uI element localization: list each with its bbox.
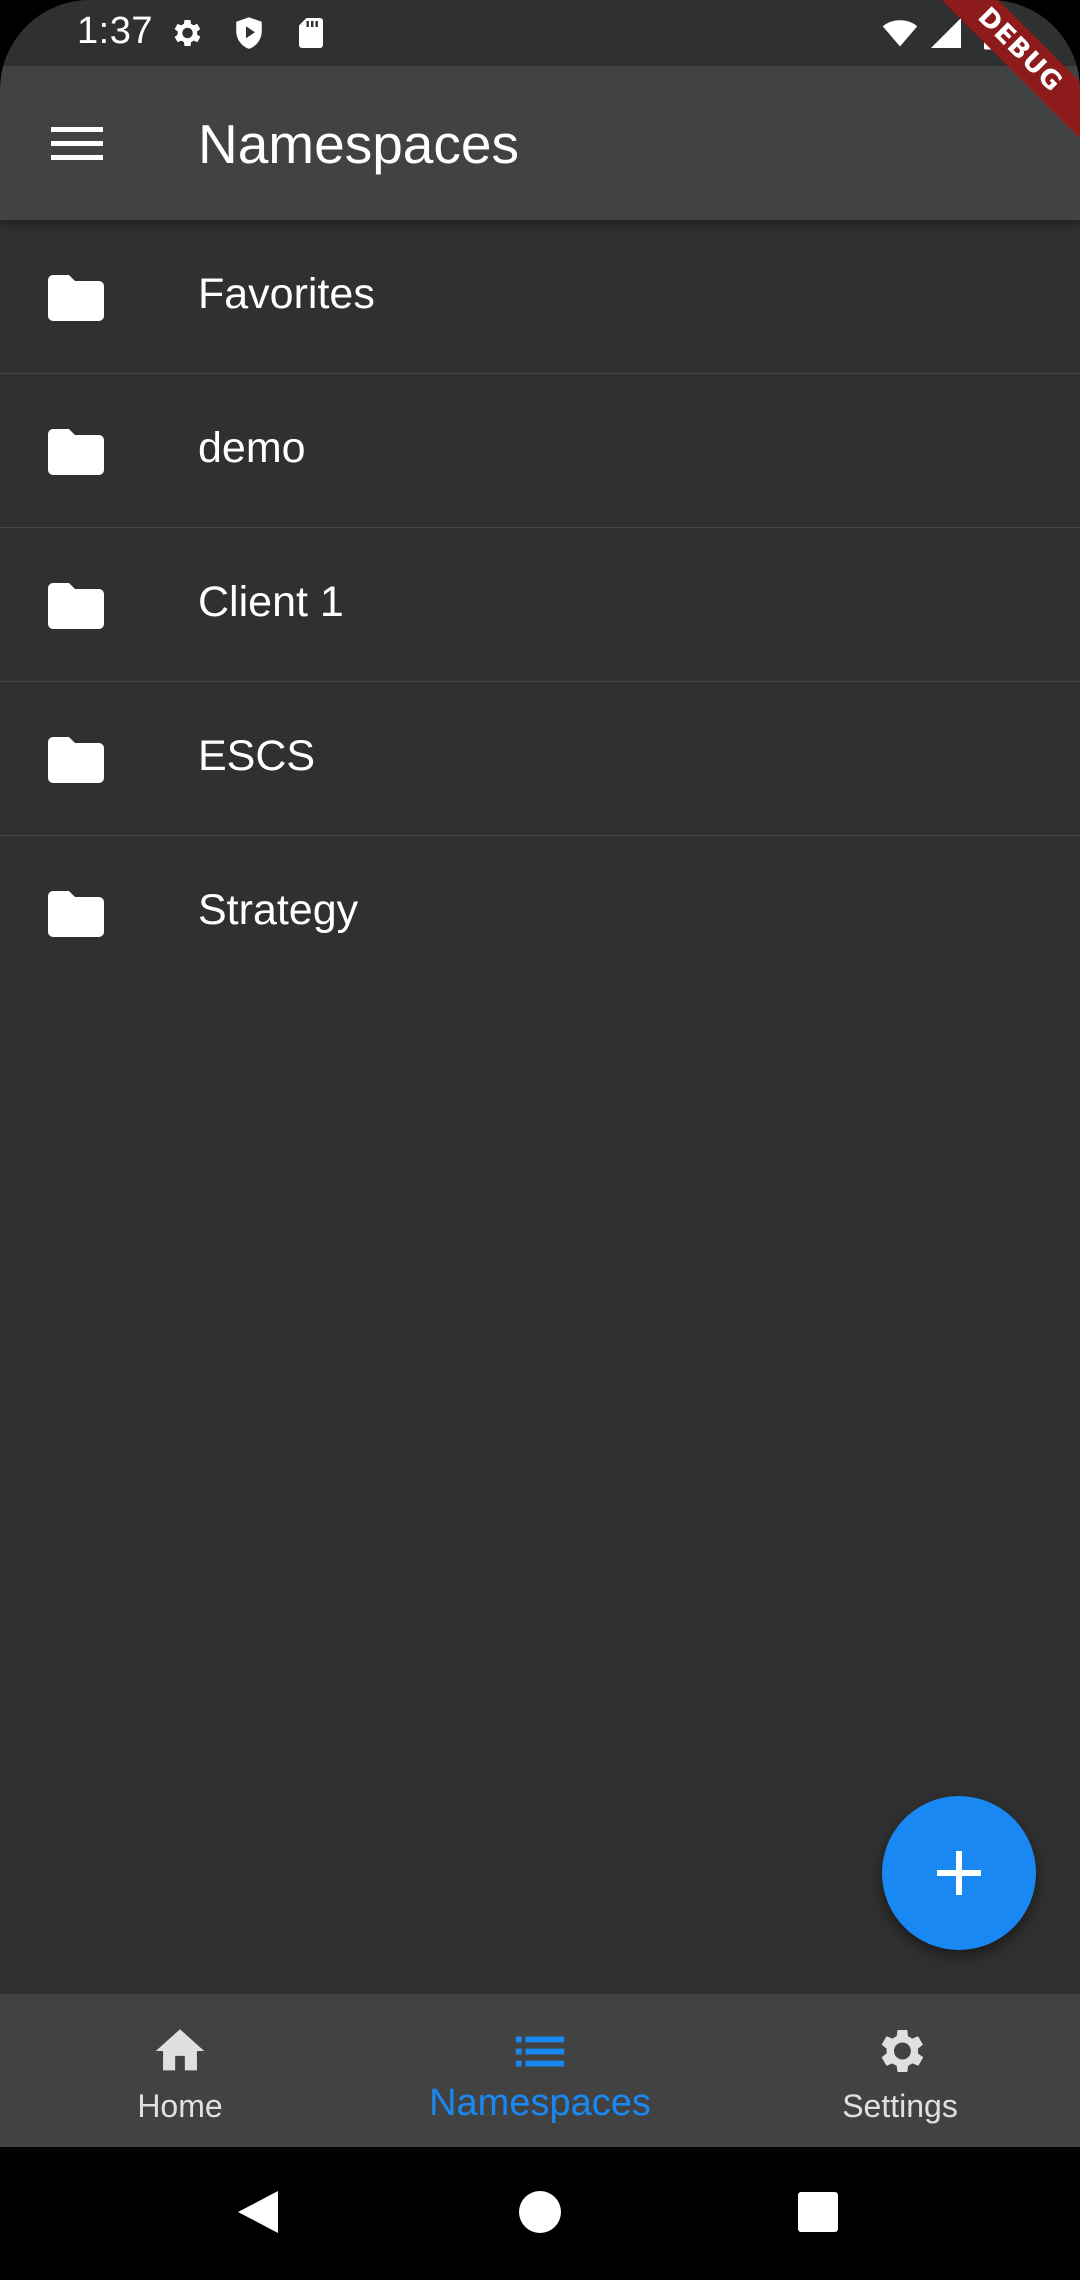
shield-play-icon [231,15,267,51]
system-navigation-bar [0,2147,1080,2280]
list-item-escs[interactable]: ESCS [0,682,1080,836]
folder-icon [48,429,104,475]
signal-icon [928,15,964,51]
wifi-icon [880,15,920,51]
list-item-demo[interactable]: demo [0,374,1080,528]
hamburger-menu-icon[interactable] [36,111,120,175]
list-item-label: Client 1 [198,578,344,626]
settings-icon [168,15,204,51]
list-item-client-1[interactable]: Client 1 [0,528,1080,682]
nav-item-label: Settings [842,2088,958,2124]
add-namespace-button[interactable] [882,1796,1036,1950]
folder-icon [48,891,104,937]
folder-icon [48,583,104,629]
list-item-favorites[interactable]: Favorites [0,220,1080,374]
nav-item-settings[interactable]: Settings [720,1994,1080,2147]
app-bar: Namespaces [0,66,1080,220]
list-icon [511,2022,569,2080]
phone-frame: 1:37 DEBUG Namespaces Favorites demo Cli… [0,0,1080,2280]
list-item-label: demo [198,424,306,472]
folder-icon [48,275,104,321]
list-item-label: Strategy [198,886,359,934]
page-title: Namespaces [198,113,519,175]
home-icon [151,2022,209,2080]
list-item-strategy[interactable]: Strategy [0,836,1080,989]
status-time: 1:37 [77,10,153,52]
list-item-label: ESCS [198,732,316,780]
status-bar: 1:37 [0,0,1080,66]
folder-icon [48,737,104,783]
sd-card-icon [293,15,329,51]
nav-item-label: Namespaces [429,2082,651,2124]
home-circle-icon[interactable] [505,2177,575,2247]
list-item-label: Favorites [198,270,375,318]
nav-item-namespaces[interactable]: Namespaces [360,1994,720,2147]
bottom-navigation: Home Namespaces Settings [0,1994,1080,2147]
plus-icon [937,1851,981,1895]
nav-item-home[interactable]: Home [0,1994,360,2147]
back-icon[interactable] [224,2177,294,2247]
recents-icon[interactable] [783,2177,853,2247]
gear-icon [871,2022,929,2080]
app-screen: 1:37 DEBUG Namespaces Favorites demo Cli… [0,0,1080,2147]
nav-item-label: Home [137,2088,223,2124]
namespace-list: Favorites demo Client 1 ESCS Strategy [0,220,1080,989]
